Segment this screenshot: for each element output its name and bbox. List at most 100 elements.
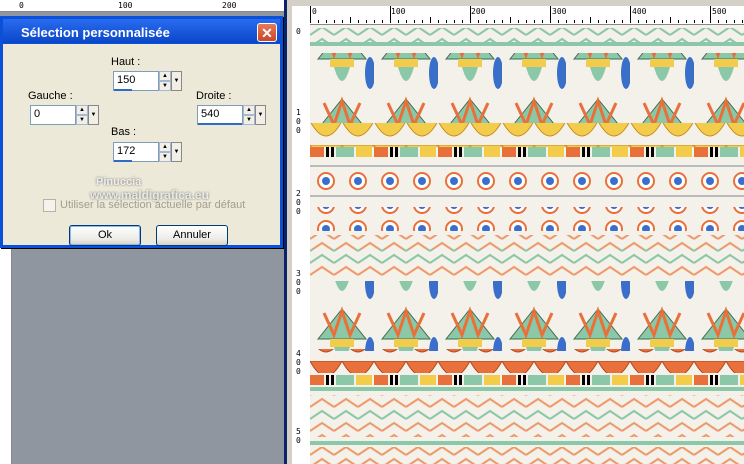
bottom-stepper: ▲ ▼ [159,142,171,162]
document-window: 0 100 200 300 400 500 0 1 0 0 2 0 0 3 0 … [284,0,744,464]
ruler-label: 4 0 0 [296,349,301,376]
right-dropdown-button[interactable]: ▼ [255,105,266,125]
ruler-tick [550,6,551,23]
ruler-tick [702,20,703,23]
ruler-tick [558,20,559,23]
ruler-label: 5 0 [296,427,301,445]
ruler-label: 500 [712,7,727,16]
bottom-label: Bas : [111,126,137,138]
ruler-tick [398,20,399,23]
ruler-tick [446,20,447,23]
ruler-tick [614,20,615,23]
ruler-tick [718,20,719,23]
ruler-tick [710,6,711,23]
top-input[interactable]: 150 [113,71,159,91]
ok-button[interactable]: Ok [69,225,141,246]
ruler-tick [366,20,367,23]
decrement-button[interactable]: ▼ [159,152,171,162]
bottom-input[interactable]: 172 [113,142,159,162]
use-current-selection-label: Utiliser la sélection actuelle par défau… [60,199,246,211]
increment-button[interactable]: ▲ [159,142,171,152]
custom-selection-dialog: Sélection personnalisée ✕ Haut : 150 ▲ ▼… [0,16,283,248]
ruler-tick [318,20,319,23]
ruler-label: 100 [391,7,406,16]
ruler-tick [734,20,735,23]
pattern-artwork [310,25,744,464]
ruler-tick [542,20,543,23]
left-label: Gauche : [28,90,73,102]
decrement-button[interactable]: ▼ [159,81,171,91]
increment-button[interactable]: ▲ [243,105,255,115]
dialog-titlebar[interactable]: Sélection personnalisée ✕ [3,19,280,43]
ruler-tick [726,20,727,23]
ruler-tick [606,20,607,23]
background-ruler-top: 0 100 200 [0,0,284,12]
ruler-tick [582,20,583,23]
input-underline [198,123,242,125]
ruler-tick [694,20,695,23]
ruler-tick [414,20,415,23]
ruler-tick [678,20,679,23]
ruler-tick [422,20,423,23]
ruler-tick [534,20,535,23]
cancel-button[interactable]: Annuler [156,225,228,246]
bottom-dropdown-button[interactable]: ▼ [171,142,182,162]
ruler-tick [470,6,471,23]
left-stepper: ▲ ▼ [76,105,88,125]
ruler-tick [438,20,439,23]
ruler-tick [574,20,575,23]
ruler-tick [430,17,431,23]
ruler-tick [334,20,335,23]
top-stepper: ▲ ▼ [159,71,171,91]
right-spinner: 540 ▲ ▼ ▼ [197,105,267,127]
bottom-spinner: 172 ▲ ▼ ▼ [113,142,183,164]
left-dropdown-button[interactable]: ▼ [88,105,99,125]
ruler-tick [526,20,527,23]
ruler-tick [502,20,503,23]
ruler-label: 1 0 0 [296,108,301,135]
increment-button[interactable]: ▲ [159,71,171,81]
ruler-tick [566,20,567,23]
ruler-tick [390,6,391,23]
ruler-tick [358,20,359,23]
ruler-tick [310,6,311,23]
horizontal-ruler: 0 100 200 300 400 500 [310,6,744,25]
top-label: Haut : [111,56,141,68]
ruler-tick [630,6,631,23]
ruler-tick [510,17,511,23]
ruler-label: 3 0 0 [296,269,301,296]
use-current-selection-checkbox[interactable] [43,199,56,212]
ruler-tick [686,20,687,23]
ruler-tick [326,20,327,23]
ruler-tick [654,20,655,23]
top-dropdown-button[interactable]: ▼ [171,71,182,91]
ruler-label: 0 [296,27,301,36]
ruler-label: 200 [222,1,237,10]
close-button[interactable]: ✕ [257,23,277,42]
ruler-label: 100 [118,1,133,10]
ruler-tick [374,20,375,23]
egyptian-pattern-image[interactable] [310,25,744,464]
dialog-title: Sélection personnalisée [21,25,170,40]
input-underline [114,160,132,162]
ruler-tick [462,20,463,23]
increment-button[interactable]: ▲ [76,105,88,115]
right-input[interactable]: 540 [197,105,243,125]
left-input[interactable]: 0 [30,105,76,125]
ruler-tick [350,17,351,23]
ruler-label: 0 [312,7,317,16]
ruler-corner [292,6,310,24]
ruler-tick [646,20,647,23]
document-canvas-area: 0 100 200 300 400 500 0 1 0 0 2 0 0 3 0 … [287,0,744,464]
ruler-tick [494,20,495,23]
ruler-tick [454,20,455,23]
decrement-button[interactable]: ▼ [243,115,255,125]
right-label: Droite : [196,90,232,102]
vertical-ruler: 0 1 0 0 2 0 0 3 0 0 4 0 0 5 0 [292,24,311,464]
ruler-tick [670,17,671,23]
ruler-tick [598,20,599,23]
dialog-body: Haut : 150 ▲ ▼ ▼ Gauche : 0 ▲ ▼ ▼ Droite… [3,44,280,246]
decrement-button[interactable]: ▼ [76,115,88,125]
ruler-tick [622,20,623,23]
input-underline [114,89,132,91]
